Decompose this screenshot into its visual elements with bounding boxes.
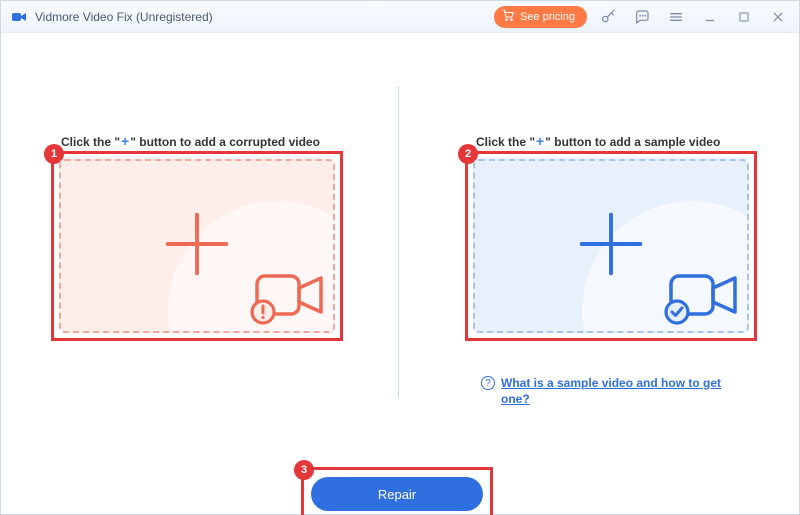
minimize-button[interactable]: [697, 4, 723, 30]
key-icon: [600, 9, 616, 25]
question-mark-icon: ?: [481, 376, 495, 390]
vertical-separator: [398, 87, 399, 397]
camera-alert-icon: [243, 262, 331, 333]
help-row: ? What is a sample video and how to get …: [481, 375, 751, 407]
plus-glyph-icon: +: [535, 133, 545, 149]
titlebar: Vidmore Video Fix (Unregistered) See pri…: [1, 1, 799, 33]
hamburger-icon: [668, 9, 684, 25]
app-title: Vidmore Video Fix (Unregistered): [35, 10, 213, 24]
speech-bubble-icon: [634, 9, 650, 25]
menu-button[interactable]: [663, 4, 689, 30]
camera-check-icon: [657, 262, 745, 333]
repair-button[interactable]: Repair: [311, 477, 483, 511]
close-button[interactable]: [765, 4, 791, 30]
minimize-icon: [703, 10, 717, 24]
highlight-badge-3: 3: [294, 460, 314, 480]
content-area: Click the "+" button to add a corrupted …: [1, 33, 799, 514]
corrupted-video-title: Click the "+" button to add a corrupted …: [61, 133, 371, 149]
see-pricing-label: See pricing: [520, 11, 575, 23]
maximize-icon: [738, 11, 750, 23]
add-sample-video-dropzone[interactable]: [473, 159, 749, 333]
maximize-button[interactable]: [731, 4, 757, 30]
feedback-button[interactable]: [629, 4, 655, 30]
plus-icon: [572, 205, 650, 288]
app-logo-icon: [11, 9, 27, 25]
key-button[interactable]: [595, 4, 621, 30]
close-icon: [771, 10, 785, 24]
app-window: Vidmore Video Fix (Unregistered) See pri…: [0, 0, 800, 515]
sample-video-help-link[interactable]: What is a sample video and how to get on…: [501, 375, 751, 407]
plus-glyph-icon: +: [120, 133, 130, 149]
see-pricing-button[interactable]: See pricing: [494, 6, 587, 28]
sample-video-title: Click the "+" button to add a sample vid…: [476, 133, 786, 149]
add-corrupted-video-dropzone[interactable]: [59, 159, 335, 333]
plus-icon: [158, 205, 236, 288]
cart-icon: [502, 9, 514, 24]
repair-button-label: Repair: [378, 487, 416, 502]
